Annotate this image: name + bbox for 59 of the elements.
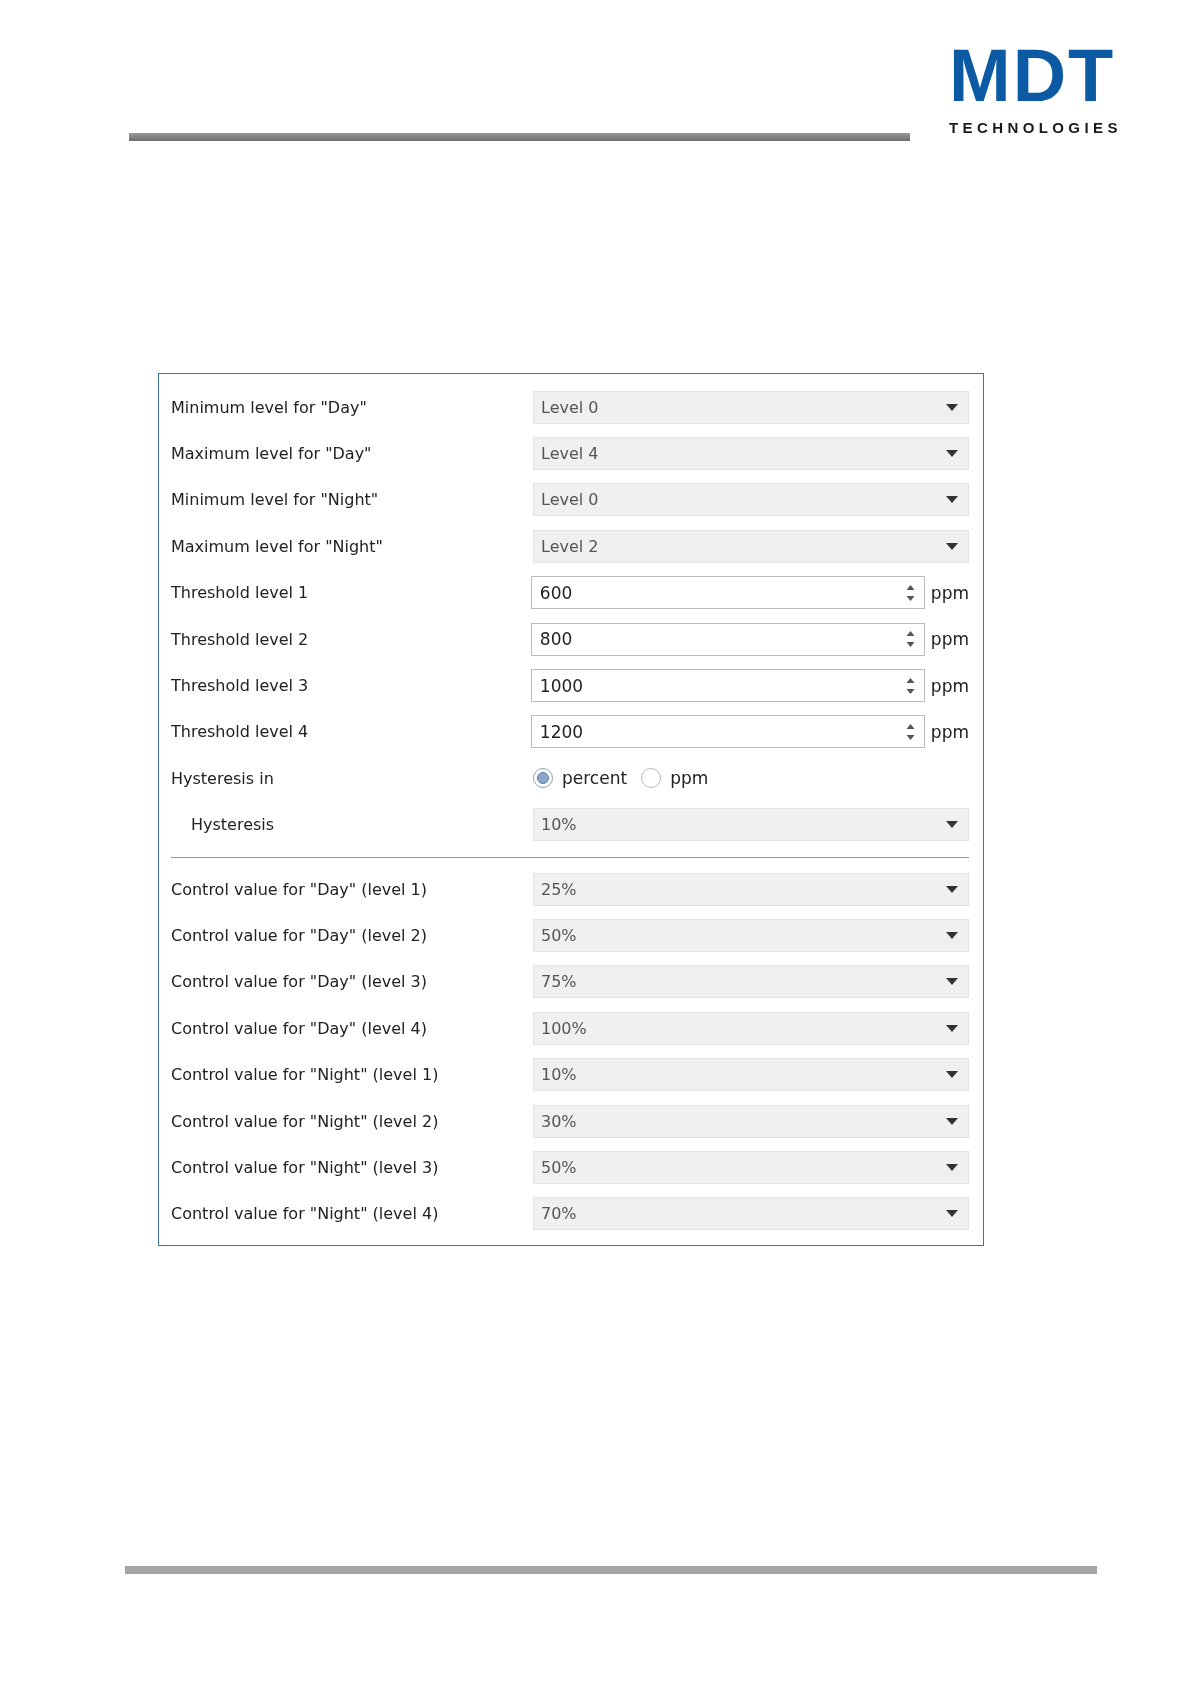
dropdown[interactable]: 25% [533, 872, 969, 906]
setting-label: Control value for "Day" (level 3) [171, 972, 428, 992]
dropdown[interactable]: 30% [533, 1104, 969, 1138]
dropdown[interactable]: 100% [533, 1011, 969, 1045]
caret-icon [946, 932, 958, 939]
dropdown[interactable]: Level 4 [533, 437, 969, 471]
company-logo: MDT TECHNOLOGIES [949, 45, 1121, 136]
radio-option[interactable]: ppm [641, 768, 709, 789]
caret-icon [946, 542, 958, 550]
caret-icon [946, 496, 958, 504]
setting-label: Hysteresis in [171, 768, 275, 788]
setting-label: Control value for "Night" (level 2) [171, 1111, 440, 1131]
setting-label: Hysteresis [190, 815, 276, 835]
dropdown[interactable]: 50% [533, 1150, 969, 1184]
dropdown[interactable]: 70% [533, 1197, 969, 1231]
dropdown[interactable]: Level 2 [533, 529, 969, 563]
unit-label: ppm [930, 629, 969, 650]
caret-icon [946, 821, 958, 829]
number-field[interactable]: 1200 [530, 715, 925, 749]
caret-icon [946, 1210, 958, 1218]
number-field[interactable]: 600 [530, 576, 925, 610]
setting-label: Control value for "Day" (level 4) [171, 1018, 428, 1038]
setting-label: Control value for "Day" (level 1) [171, 879, 428, 899]
dropdown[interactable]: Level 0 [533, 390, 969, 424]
setting-label: Maximum level for "Day" [171, 444, 373, 464]
number-field[interactable]: 1000 [530, 669, 925, 703]
setting-label: Threshold level 2 [171, 629, 310, 649]
setting-label: Control value for "Night" (level 1) [171, 1065, 440, 1085]
caret-icon [946, 450, 958, 458]
caret-icon [946, 885, 958, 893]
unit-label: ppm [930, 721, 969, 742]
setting-label: Control value for "Night" (level 4) [171, 1204, 440, 1224]
radio-option[interactable]: percent [533, 768, 628, 789]
setting-label: Threshold level 1 [171, 583, 310, 603]
dropdown[interactable]: Level 0 [533, 483, 969, 517]
caret-icon [946, 1117, 958, 1125]
setting-label: Control value for "Night" (level 3) [171, 1157, 440, 1177]
caret-icon [946, 978, 958, 986]
unit-label: ppm [930, 675, 969, 696]
caret-icon [946, 403, 958, 411]
spinner-arrows-icon[interactable] [905, 630, 915, 649]
setting-label: Minimum level for "Day" [171, 397, 368, 417]
number-field[interactable]: 800 [530, 622, 925, 656]
caret-icon [946, 1024, 958, 1032]
setting-label: Threshold level 4 [171, 722, 310, 742]
dropdown[interactable]: 75% [533, 965, 969, 999]
setting-label: Threshold level 3 [171, 676, 310, 696]
spinner-arrows-icon[interactable] [905, 676, 915, 695]
dropdown[interactable]: 10% [533, 808, 969, 842]
setting-label: Maximum level for "Night" [171, 536, 384, 556]
dropdown[interactable]: 10% [533, 1058, 969, 1092]
setting-label: Control value for "Day" (level 2) [171, 926, 428, 945]
spinner-arrows-icon[interactable] [905, 722, 915, 741]
spinner-arrows-icon[interactable] [905, 583, 915, 602]
caret-icon [946, 1163, 958, 1171]
setting-label: Minimum level for "Night" [171, 490, 380, 510]
unit-label: ppm [930, 582, 969, 603]
dropdown[interactable]: 50% [533, 919, 969, 952]
caret-icon [946, 1071, 958, 1079]
